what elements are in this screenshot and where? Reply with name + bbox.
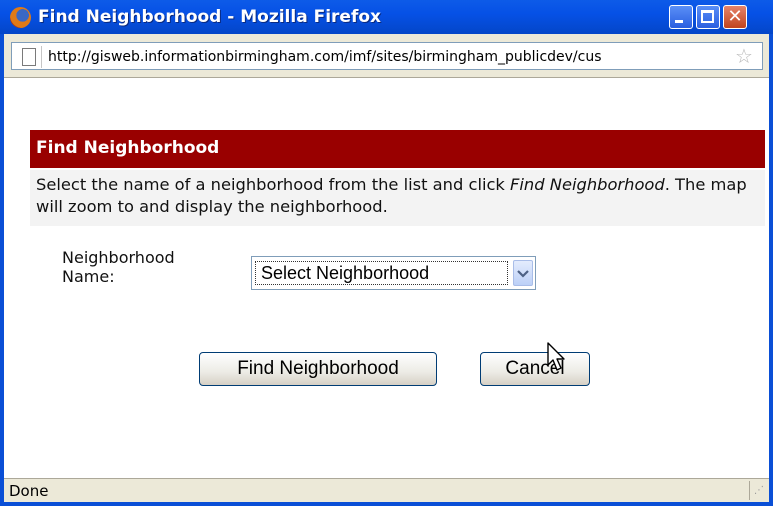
- browser-window: Find Neighborhood - Mozilla Firefox ✕ ht…: [0, 0, 773, 506]
- maximize-button[interactable]: [696, 5, 720, 29]
- browser-content: http://gisweb.informationbirmingham.com/…: [4, 34, 769, 502]
- cancel-button[interactable]: Cancel: [480, 352, 590, 386]
- firefox-icon: [10, 7, 31, 28]
- neighborhood-select-value[interactable]: Select Neighborhood: [255, 261, 508, 285]
- status-text: Done: [9, 482, 49, 500]
- bookmark-star-icon[interactable]: ☆: [732, 44, 756, 68]
- find-neighborhood-button[interactable]: Find Neighborhood: [199, 352, 437, 386]
- mouse-cursor-icon: [547, 342, 565, 371]
- neighborhood-name-label: Neighborhood Name:: [62, 248, 175, 286]
- minimize-icon: [675, 20, 683, 23]
- url-text[interactable]: http://gisweb.informationbirmingham.com/…: [48, 47, 728, 67]
- page-icon: [16, 46, 42, 68]
- status-separator: [749, 481, 750, 500]
- description-emphasis: Find Neighborhood: [510, 175, 665, 194]
- status-bar: Done ⋰: [4, 478, 769, 502]
- close-button[interactable]: ✕: [723, 5, 747, 29]
- window-title: Find Neighborhood - Mozilla Firefox: [38, 7, 381, 27]
- chevron-down-glyph: [517, 270, 529, 278]
- url-field[interactable]: http://gisweb.informationbirmingham.com/…: [11, 42, 763, 70]
- dialog-header: Find Neighborhood: [30, 130, 765, 168]
- description-text: Select the name of a neighborhood from t…: [36, 174, 764, 218]
- title-bar[interactable]: Find Neighborhood - Mozilla Firefox ✕: [0, 0, 773, 34]
- location-toolbar: http://gisweb.informationbirmingham.com/…: [4, 34, 769, 78]
- chevron-down-icon[interactable]: [513, 260, 533, 286]
- resize-grip-icon[interactable]: ⋰: [754, 485, 766, 499]
- description-before: Select the name of a neighborhood from t…: [36, 175, 511, 194]
- neighborhood-select[interactable]: Select Neighborhood: [251, 256, 536, 290]
- close-icon: ✕: [727, 6, 743, 27]
- minimize-button[interactable]: [669, 5, 693, 29]
- dialog-description: Select the name of a neighborhood from t…: [30, 170, 765, 226]
- maximize-icon: [701, 10, 714, 23]
- dialog-header-title: Find Neighborhood: [36, 138, 220, 158]
